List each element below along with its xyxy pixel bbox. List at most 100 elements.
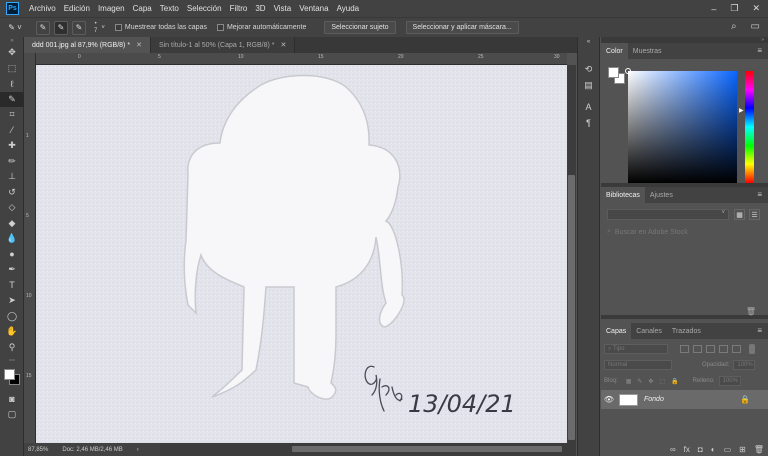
saturation-brightness-field[interactable]	[625, 68, 737, 183]
select-subject-button[interactable]: Seleccionar sujeto	[324, 21, 396, 34]
vertical-scrollbar[interactable]	[567, 65, 576, 443]
vertical-scroll-thumb[interactable]	[568, 175, 575, 440]
layer-name[interactable]: Fondo	[644, 396, 664, 403]
filter-adjustment-icon[interactable]	[693, 345, 702, 353]
marquee-tool-icon[interactable]: ⬚	[0, 61, 24, 77]
panel-menu-icon[interactable]: ≡	[757, 190, 762, 199]
lock-icon[interactable]: 🔒	[740, 395, 750, 404]
menu-capa[interactable]: Capa	[129, 4, 156, 13]
checkbox-box[interactable]	[114, 24, 122, 31]
foreground-color-swatch[interactable]	[608, 67, 619, 78]
checkbox-box[interactable]	[216, 24, 224, 31]
menu-vista[interactable]: Vista	[270, 4, 296, 13]
filter-shape-icon[interactable]	[719, 345, 728, 353]
panel-menu-icon[interactable]: ≡	[757, 326, 762, 335]
tab-layers[interactable]: Capas	[601, 323, 632, 339]
eraser-tool-icon[interactable]: ◇	[0, 200, 24, 216]
paint-bucket-tool-icon[interactable]: ◆	[0, 216, 24, 232]
foreground-color-swatch[interactable]	[4, 369, 15, 380]
menu-filtro[interactable]: Filtro	[226, 4, 252, 13]
sample-all-layers-checkbox[interactable]: Muestrear todas las capas	[114, 24, 207, 31]
library-dropdown[interactable]: ˅	[607, 209, 729, 220]
lock-all-icon[interactable]: 🔒	[671, 378, 678, 385]
filter-pixel-icon[interactable]	[680, 345, 689, 353]
workspace-icon[interactable]: ▭	[751, 21, 760, 32]
list-view-icon[interactable]: ☰	[749, 209, 760, 220]
eyedropper-tool-icon[interactable]: ⁄	[0, 123, 24, 139]
vertical-ruler[interactable]: 1 5 10 15	[24, 53, 36, 443]
filter-smart-icon[interactable]	[732, 345, 741, 353]
menu-3d[interactable]: 3D	[251, 4, 269, 13]
tab-channels[interactable]: Canales	[631, 323, 667, 339]
tab-sin-titulo-1[interactable]: Sin título-1 al 50% (Capa 1, RGB/8) * ✕	[150, 37, 296, 53]
scanned-image[interactable]: 13/04/21	[36, 65, 567, 443]
filter-toggle[interactable]	[749, 344, 755, 354]
new-group-icon[interactable]: ▭	[724, 445, 732, 454]
link-layers-icon[interactable]: ∞	[670, 445, 676, 454]
status-arrow-icon[interactable]: ›	[137, 447, 139, 453]
tab-libraries[interactable]: Bibliotecas	[601, 187, 645, 203]
grid-view-icon[interactable]: ▦	[734, 209, 745, 220]
character-icon[interactable]: A	[578, 99, 599, 115]
search-icon[interactable]: ⌕	[731, 21, 737, 32]
quick-mask-icon[interactable]: ◙	[0, 391, 24, 407]
layer-row-fondo[interactable]: 👁 Fondo 🔒	[601, 390, 768, 409]
chevron-down-icon[interactable]: ˅	[101, 25, 105, 31]
brush-tool-icon[interactable]: ✏	[0, 154, 24, 170]
lock-artboard-icon[interactable]: ⬚	[659, 378, 665, 385]
menu-ventana[interactable]: Ventana	[295, 4, 332, 13]
horizontal-scroll-thumb[interactable]	[292, 446, 562, 452]
panel-menu-icon[interactable]: ≡	[757, 46, 762, 55]
move-tool-icon[interactable]: ✥	[0, 45, 24, 61]
zoom-level[interactable]: 87,85%	[28, 447, 48, 453]
close-icon[interactable]: ✕	[281, 41, 287, 49]
color-picker-marker[interactable]	[625, 68, 631, 74]
color-fg-bg[interactable]	[608, 67, 626, 85]
eye-icon[interactable]: 👁	[601, 395, 617, 404]
dodge-tool-icon[interactable]: ●	[0, 247, 24, 263]
lock-pixels-icon[interactable]: ✎	[637, 378, 642, 385]
tab-ddd-001[interactable]: ddd 001.jpg al 87,9% (RGB/8) * ✕	[24, 37, 151, 53]
horizontal-ruler[interactable]: 0 5 10 15 20 25 30	[36, 53, 567, 65]
hue-slider-arrow-icon[interactable]: ▶	[739, 107, 744, 114]
select-and-mask-button[interactable]: Seleccionar y aplicar máscara...	[405, 21, 519, 34]
menu-archivo[interactable]: Archivo	[25, 4, 60, 13]
menu-texto[interactable]: Texto	[156, 4, 183, 13]
history-brush-tool-icon[interactable]: ↺	[0, 185, 24, 201]
shape-tool-icon[interactable]: ◯	[0, 309, 24, 325]
lock-position-icon[interactable]: ✥	[648, 378, 653, 385]
crop-tool-icon[interactable]: ⌗	[0, 107, 24, 123]
layer-style-icon[interactable]: fx	[684, 445, 690, 454]
blur-tool-icon[interactable]: 💧	[0, 231, 24, 247]
collapse-arrow-icon[interactable]: «	[578, 37, 599, 47]
auto-enhance-checkbox[interactable]: Mejorar automáticamente	[216, 24, 306, 31]
properties-icon[interactable]: ▤	[578, 77, 599, 93]
new-layer-icon[interactable]: ⊞	[739, 445, 746, 454]
type-tool-icon[interactable]: T	[0, 278, 24, 294]
trash-icon[interactable]: 🗑	[754, 445, 764, 454]
screen-mode-icon[interactable]: ▢	[0, 407, 24, 423]
fill-field[interactable]: 100%	[718, 376, 741, 386]
brush-size-picker[interactable]: • 7	[94, 21, 97, 35]
zoom-tool-icon[interactable]: ⚲	[0, 340, 24, 356]
tab-paths[interactable]: Trazados	[667, 323, 706, 339]
blend-mode-dropdown[interactable]: Normal	[604, 360, 672, 370]
menu-ayuda[interactable]: Ayuda	[333, 4, 364, 13]
toolbar-collapse-icon[interactable]: »	[0, 37, 24, 45]
layer-thumbnail[interactable]	[619, 393, 638, 406]
filter-type-icon[interactable]	[706, 345, 715, 353]
pen-tool-icon[interactable]: ✒	[0, 262, 24, 278]
quick-selection-preset-icon[interactable]: ✎ ˅	[4, 21, 26, 35]
photoshop-logo[interactable]: Ps	[6, 2, 19, 15]
tab-swatches[interactable]: Muestras	[628, 43, 667, 59]
tab-color[interactable]: Color	[601, 43, 628, 59]
healing-brush-tool-icon[interactable]: ✚	[0, 138, 24, 154]
menu-imagen[interactable]: Imagen	[94, 4, 129, 13]
foreground-background-colors[interactable]	[0, 365, 23, 391]
subtract-from-selection-icon[interactable]: ✎	[72, 20, 86, 35]
quick-selection-tool-icon[interactable]: ✎	[0, 91, 24, 107]
adjustment-layer-icon[interactable]: ◐	[711, 445, 716, 454]
hue-slider[interactable]	[745, 71, 754, 183]
paragraph-icon[interactable]: ¶	[578, 115, 599, 131]
hand-tool-icon[interactable]: ✋	[0, 324, 24, 340]
